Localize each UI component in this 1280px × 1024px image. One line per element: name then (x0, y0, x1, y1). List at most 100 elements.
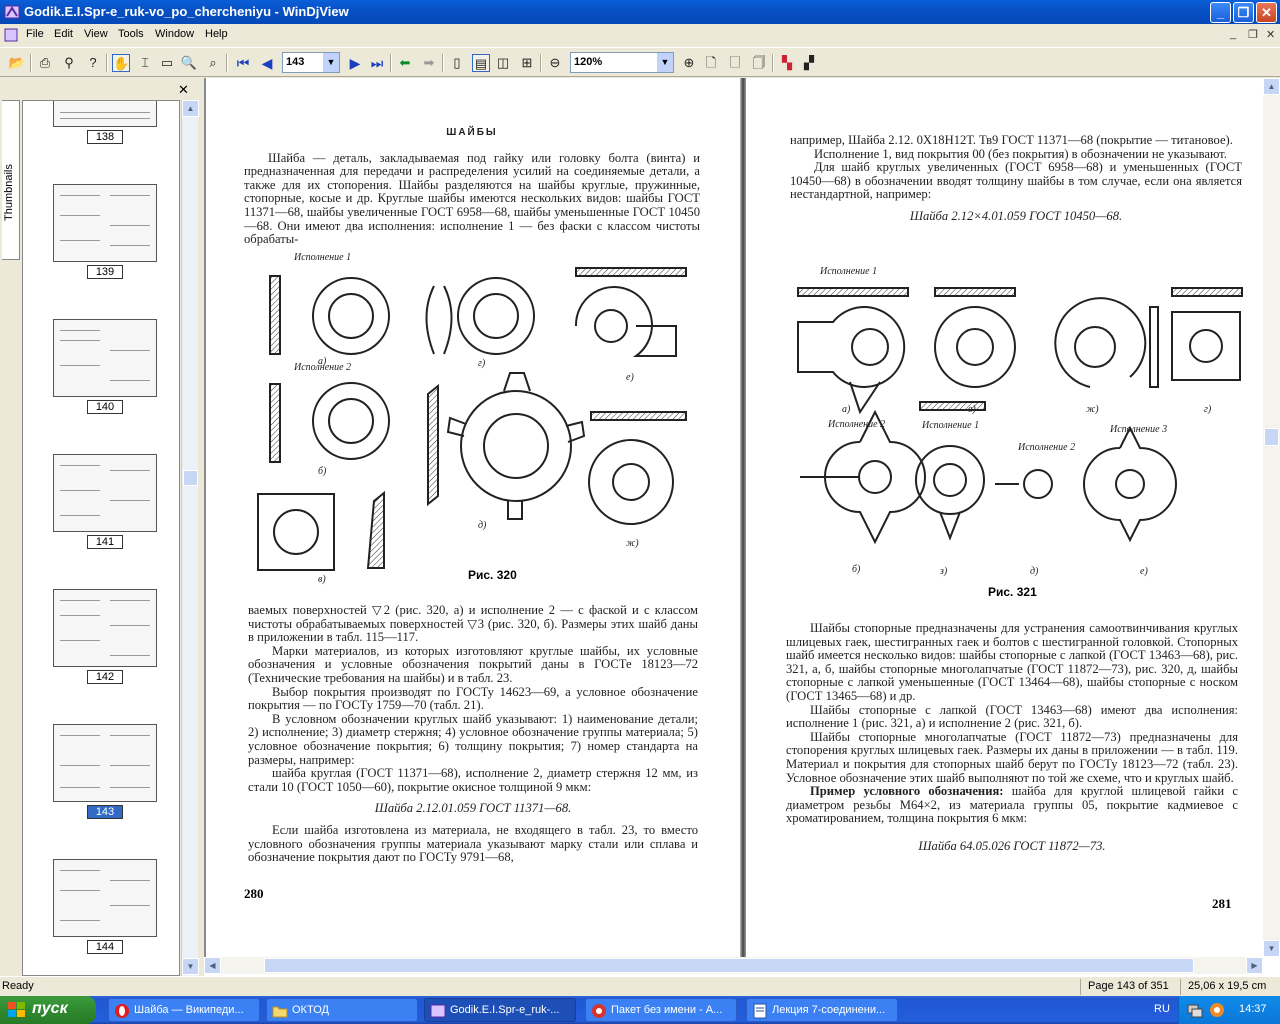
menu-view[interactable]: View (84, 28, 108, 40)
paragraph: В условном обозначении круглых шайб указ… (248, 711, 698, 767)
mdi-restore-icon[interactable]: ❐ (1248, 28, 1258, 41)
find-icon[interactable]: ⚲ (60, 54, 78, 72)
actual-size-icon[interactable]: 🗋 (702, 54, 720, 72)
scroll-up-icon[interactable]: ▲ (182, 100, 199, 117)
antivirus-icon[interactable] (1209, 1002, 1225, 1018)
thumbnail-140[interactable]: 140 (53, 319, 157, 414)
close-button[interactable]: ✕ (1256, 2, 1277, 23)
zoom-rect-icon[interactable]: ⌕ (204, 54, 222, 72)
text-select-icon[interactable]: ⌶ (136, 54, 154, 72)
single-page-icon[interactable]: ▯ (448, 54, 466, 72)
mdi-minimize-icon[interactable]: _ (1230, 28, 1236, 40)
thumbnail-image (53, 454, 157, 532)
toolbar-separator (30, 54, 32, 72)
figure-label: а) (842, 404, 851, 415)
vertical-scrollbar[interactable]: ▲ ▼ (1263, 78, 1280, 957)
page-number-combo[interactable]: 143 ▼ (282, 52, 340, 73)
maximize-button[interactable]: ❐ (1233, 2, 1254, 23)
thumbnail-143[interactable]: 143 (53, 724, 157, 819)
display-mode-icon[interactable]: ▞ (800, 54, 818, 72)
thumbnail-138[interactable]: 138 (53, 101, 157, 144)
continuous-page-icon[interactable]: ▤ (472, 54, 490, 72)
chevron-down-icon[interactable]: ▼ (656, 53, 673, 72)
minimize-button[interactable]: _ (1210, 2, 1231, 23)
thumbnails-tab-label: Thumbnails (3, 164, 15, 221)
open-icon[interactable]: 📂 (8, 54, 26, 72)
forward-icon[interactable]: ➡ (420, 54, 438, 72)
horizontal-scrollbar[interactable]: ◀ ▶ (204, 957, 1263, 974)
menu-file[interactable]: File (26, 28, 44, 40)
left-page-column-top: ШАЙБЫ Шайба — деталь, закладываемая под … (244, 126, 700, 247)
first-page-icon[interactable]: ⏮ (234, 54, 252, 72)
thumbnail-144[interactable]: 144 (53, 859, 157, 954)
thumbnail-page-number: 138 (87, 130, 123, 144)
mdi-close-icon[interactable]: ✕ (1266, 28, 1275, 41)
next-page-icon[interactable]: ▶ (346, 54, 364, 72)
scroll-down-icon[interactable]: ▼ (1263, 940, 1280, 957)
scroll-right-icon[interactable]: ▶ (1246, 957, 1263, 974)
display-color-icon[interactable]: ▚ (778, 54, 796, 72)
task-package[interactable]: Пакет без имени - A... (585, 998, 737, 1022)
scrollbar-thumb[interactable] (264, 958, 1194, 973)
figure-label: б) (852, 564, 861, 575)
network-icon[interactable] (1187, 1002, 1203, 1018)
thumbnail-141[interactable]: 141 (53, 454, 157, 549)
zoom-value: 120% (574, 56, 603, 68)
thumbnail-image (53, 724, 157, 802)
print-icon[interactable]: ⎙ (36, 54, 54, 72)
figure-label: ж) (626, 538, 639, 549)
thumbnail-142[interactable]: 142 (53, 589, 157, 684)
menu-window[interactable]: Window (155, 28, 194, 40)
thumbnails-tab[interactable]: Thumbnails (2, 100, 20, 260)
rect-select-icon[interactable]: ▭ (158, 54, 176, 72)
facing-pages-icon[interactable]: ◫ (494, 54, 512, 72)
toolbar-separator (390, 54, 392, 72)
figure-label: Исполнение 1 (921, 420, 979, 431)
figure-label: Исполнение 2 (1017, 442, 1075, 453)
windows-logo-icon (8, 1002, 25, 1017)
language-indicator[interactable]: RU (1154, 1003, 1170, 1015)
toolbar-separator (540, 54, 542, 72)
status-text: Ready (2, 980, 34, 992)
scroll-down-icon[interactable]: ▼ (182, 958, 199, 975)
last-page-icon[interactable]: ⏭ (368, 54, 386, 72)
hand-tool-icon[interactable]: ✋ (112, 54, 130, 72)
figure-label: з) (939, 566, 948, 577)
task-oktod[interactable]: ОКТОД (266, 998, 418, 1022)
scrollbar-thumb[interactable] (1264, 428, 1279, 446)
document-view[interactable]: ШАЙБЫ Шайба — деталь, закладываемая под … (204, 78, 1280, 976)
task-opera[interactable]: Шайба — Википеди... (108, 998, 260, 1022)
chevron-down-icon[interactable]: ▼ (322, 53, 339, 72)
page-size: 25,06 x 19,5 cm (1188, 980, 1267, 992)
document-icon[interactable] (4, 28, 18, 42)
section-heading: ШАЙБЫ (446, 127, 498, 138)
scroll-left-icon[interactable]: ◀ (204, 957, 221, 974)
close-panel-icon[interactable]: ✕ (178, 82, 189, 98)
zoom-out-icon[interactable]: ⊖ (546, 54, 564, 72)
zoom-icon[interactable]: 🔍 (180, 54, 198, 72)
thumbnail-list: 138 139 140 141 142 143 144 (22, 100, 180, 976)
scroll-up-icon[interactable]: ▲ (1263, 78, 1280, 95)
toolbar-separator (226, 54, 228, 72)
paragraph: Пример условного обозначения: шайба для … (786, 784, 1238, 826)
menu-help[interactable]: Help (205, 28, 228, 40)
thumbnail-page-number: 139 (87, 265, 123, 279)
fit-width-icon[interactable]: 🗍 (750, 54, 768, 72)
zoom-combo[interactable]: 120% ▼ (570, 52, 674, 73)
task-label: Лекция 7-соединени... (772, 1004, 886, 1016)
zoom-in-icon[interactable]: ⊕ (680, 54, 698, 72)
task-windjview[interactable]: Godik.E.I.Spr-e_ruk-... (424, 998, 576, 1022)
menu-tools[interactable]: Tools (118, 28, 144, 40)
continuous-facing-icon[interactable]: ⊞ (518, 54, 536, 72)
menu-edit[interactable]: Edit (54, 28, 73, 40)
task-lecture[interactable]: Лекция 7-соединени... (746, 998, 898, 1022)
thumbnail-139[interactable]: 139 (53, 184, 157, 279)
page-number: 281 (1212, 896, 1232, 911)
back-icon[interactable]: ⬅ (396, 54, 414, 72)
start-button[interactable]: пуск (0, 996, 96, 1024)
scrollbar-thumb[interactable] (183, 470, 198, 486)
help-icon[interactable]: ? (84, 54, 102, 72)
thumbnail-scrollbar[interactable]: ▲ ▼ (181, 100, 199, 976)
prev-page-icon[interactable]: ◀ (258, 54, 276, 72)
fit-page-icon[interactable]: 🗌 (726, 54, 744, 72)
